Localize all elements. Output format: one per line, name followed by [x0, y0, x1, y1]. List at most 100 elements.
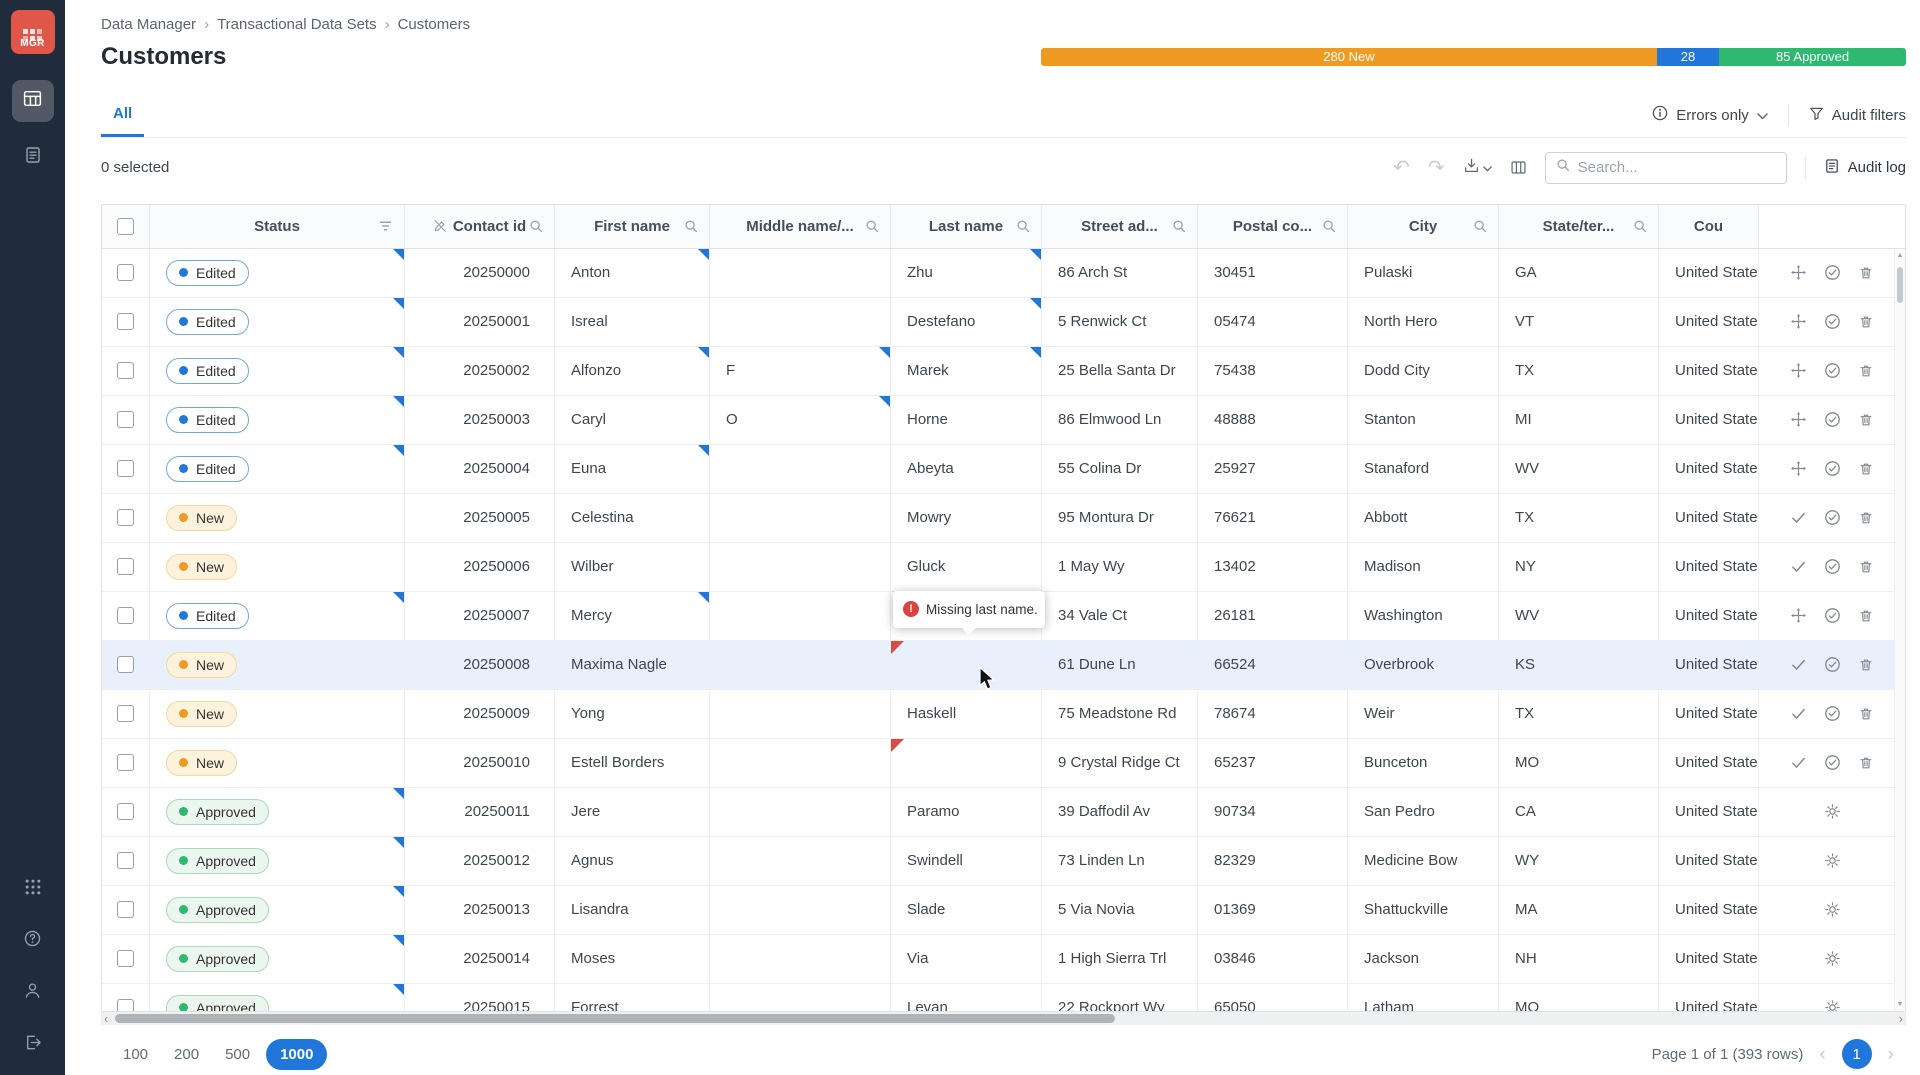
row-checkbox[interactable] [117, 705, 134, 722]
page-size-100[interactable]: 100 [113, 1040, 158, 1069]
scroll-up-icon[interactable]: ▲ [1895, 252, 1905, 259]
search-icon[interactable] [865, 219, 879, 233]
delete-icon[interactable] [1858, 608, 1874, 624]
hscroll-thumb[interactable] [115, 1014, 1115, 1023]
table-row[interactable]: Edited20250000AntonZhu86 Arch St30451Pul… [102, 249, 1905, 298]
current-page[interactable]: 1 [1842, 1039, 1872, 1069]
search-icon[interactable] [1322, 219, 1336, 233]
review-changes-icon[interactable] [1790, 411, 1807, 428]
processing-icon[interactable] [1824, 999, 1841, 1012]
scroll-left-icon[interactable]: ‹ [104, 1012, 108, 1025]
delete-icon[interactable] [1858, 363, 1874, 379]
approve-icon[interactable] [1790, 705, 1807, 722]
apps-grid-icon[interactable] [24, 878, 42, 901]
table-row[interactable]: Approved20250012AgnusSwindell73 Linden L… [102, 837, 1905, 886]
column-header-country[interactable]: Cou [1659, 205, 1759, 248]
audit-log-button[interactable]: Audit log [1824, 158, 1906, 178]
page-size-200[interactable]: 200 [164, 1040, 209, 1069]
row-checkbox[interactable] [117, 754, 134, 771]
export-button[interactable] [1463, 157, 1492, 179]
table-row[interactable]: New20250005CelestinaMowry95 Montura Dr76… [102, 494, 1905, 543]
search-input[interactable] [1578, 159, 1776, 176]
breadcrumb-item-data-manager[interactable]: Data Manager [101, 16, 196, 33]
column-header-status[interactable]: Status [150, 205, 405, 248]
user-icon[interactable] [23, 981, 42, 1005]
horizontal-scrollbar[interactable]: ‹ › [101, 1012, 1906, 1025]
processing-icon[interactable] [1824, 852, 1841, 869]
undo-icon[interactable]: ↶ [1393, 158, 1410, 178]
table-row[interactable]: Approved20250014MosesVia1 High Sierra Tr… [102, 935, 1905, 984]
delete-icon[interactable] [1858, 314, 1874, 330]
help-icon[interactable] [23, 929, 42, 953]
sidebar-item-data-sets[interactable] [12, 80, 54, 122]
next-page-icon[interactable]: › [1888, 1045, 1894, 1064]
column-header-street[interactable]: Street ad... [1042, 205, 1198, 248]
breadcrumb-item-customers[interactable]: Customers [398, 16, 471, 33]
row-checkbox[interactable] [117, 901, 134, 918]
approve-all-icon[interactable] [1824, 362, 1841, 379]
table-row[interactable]: Edited20250001IsrealDestefano5 Renwick C… [102, 298, 1905, 347]
breadcrumb-item-transactional-data-sets[interactable]: Transactional Data Sets [217, 16, 377, 33]
app-logo[interactable]: MGR [11, 10, 55, 54]
approve-icon[interactable] [1790, 656, 1807, 673]
processing-icon[interactable] [1824, 803, 1841, 820]
review-changes-icon[interactable] [1790, 264, 1807, 281]
approve-all-icon[interactable] [1824, 264, 1841, 281]
audit-filters-button[interactable]: Audit filters [1809, 106, 1906, 125]
row-checkbox[interactable] [117, 313, 134, 330]
row-checkbox[interactable] [117, 264, 134, 281]
table-row[interactable]: Edited20250002AlfonzoFMarek25 Bella Sant… [102, 347, 1905, 396]
approve-all-icon[interactable] [1824, 313, 1841, 330]
table-row[interactable]: New20250006WilberGluck1 May Wy13402Madis… [102, 543, 1905, 592]
errors-only-toggle[interactable]: Errors only [1652, 105, 1768, 125]
approve-all-icon[interactable] [1824, 656, 1841, 673]
sidebar-item-records[interactable] [12, 136, 54, 178]
table-row[interactable]: Edited20250004EunaAbeyta55 Colina Dr2592… [102, 445, 1905, 494]
redo-icon[interactable]: ↷ [1428, 158, 1445, 178]
column-header-city[interactable]: City [1348, 205, 1499, 248]
column-header-last[interactable]: Last name [891, 205, 1042, 248]
page-size-1000[interactable]: 1000 [266, 1039, 327, 1070]
review-changes-icon[interactable] [1790, 607, 1807, 624]
search-icon[interactable] [1473, 219, 1487, 233]
row-checkbox[interactable] [117, 999, 134, 1012]
prev-page-icon[interactable]: ‹ [1819, 1045, 1825, 1064]
table-row[interactable]: Approved20250015ForrestLevan22 Rockport … [102, 984, 1905, 1013]
approve-icon[interactable] [1790, 509, 1807, 526]
delete-icon[interactable] [1858, 706, 1874, 722]
approve-all-icon[interactable] [1824, 509, 1841, 526]
delete-icon[interactable] [1858, 755, 1874, 771]
search-icon[interactable] [1016, 219, 1030, 233]
row-checkbox[interactable] [117, 950, 134, 967]
row-checkbox[interactable] [117, 362, 134, 379]
column-header-postal[interactable]: Postal co... [1198, 205, 1348, 248]
table-row[interactable]: New20250009YongHaskell75 Meadstone Rd786… [102, 690, 1905, 739]
scroll-down-icon[interactable]: ▼ [1895, 1001, 1905, 1008]
search-icon[interactable] [529, 219, 543, 233]
review-changes-icon[interactable] [1790, 362, 1807, 379]
row-checkbox[interactable] [117, 656, 134, 673]
row-checkbox[interactable] [117, 558, 134, 575]
delete-icon[interactable] [1858, 559, 1874, 575]
column-header-state[interactable]: State/ter... [1499, 205, 1659, 248]
processing-icon[interactable] [1824, 950, 1841, 967]
column-header-middle[interactable]: Middle name/... [710, 205, 891, 248]
table-row[interactable]: Edited20250003CarylOHorne86 Elmwood Ln48… [102, 396, 1905, 445]
delete-icon[interactable] [1858, 510, 1874, 526]
approve-icon[interactable] [1790, 754, 1807, 771]
column-header-contact_id[interactable]: Contact id [405, 205, 555, 248]
approve-all-icon[interactable] [1824, 558, 1841, 575]
filter-icon[interactable] [378, 219, 393, 234]
search-icon[interactable] [1633, 219, 1647, 233]
row-checkbox[interactable] [117, 509, 134, 526]
table-row[interactable]: Approved20250011JereParamo39 Daffodil Av… [102, 788, 1905, 837]
row-checkbox[interactable] [117, 852, 134, 869]
vscroll-thumb[interactable] [1897, 267, 1903, 303]
table-row[interactable]: New20250010Estell Borders9 Crystal Ridge… [102, 739, 1905, 788]
delete-icon[interactable] [1858, 265, 1874, 281]
sign-out-icon[interactable] [23, 1033, 42, 1057]
approve-all-icon[interactable] [1824, 754, 1841, 771]
row-checkbox[interactable] [117, 460, 134, 477]
vertical-scrollbar[interactable]: ▲ ▼ [1894, 249, 1905, 1012]
row-checkbox[interactable] [117, 607, 134, 624]
